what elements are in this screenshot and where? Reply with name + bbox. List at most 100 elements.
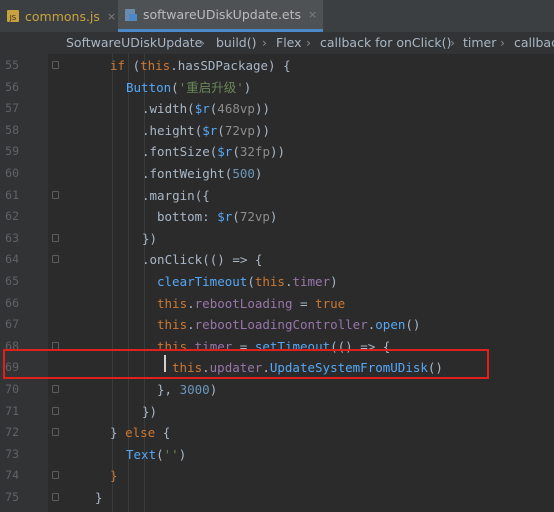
code-line[interactable]: 56 Button('重启升级') <box>0 77 554 99</box>
tab-label: softwareUDiskUpdate.ets <box>143 7 302 22</box>
code-line[interactable]: 65 clearTimeout(this.timer) <box>0 271 554 293</box>
code-token: 72vp <box>239 209 270 225</box>
line-number: 56 <box>5 79 19 94</box>
code-token: width <box>149 101 188 117</box>
code-token: rebootLoadingController <box>194 317 368 333</box>
code-token: . <box>187 295 195 311</box>
code-text: }) <box>142 401 157 423</box>
line-number: 64 <box>5 252 19 267</box>
code-text: }, 3000) <box>157 379 217 401</box>
code-token: fontWeight <box>149 166 225 181</box>
code-line[interactable]: 64 .onClick(() => { <box>0 249 554 271</box>
code-token: () <box>405 317 421 333</box>
code-line[interactable]: 59 .fontSize($r(32fp)) <box>0 141 554 163</box>
line-number: 65 <box>5 274 19 288</box>
fold-icon[interactable] <box>52 428 59 437</box>
chevron-right-icon: › <box>262 35 267 50</box>
line-number: 58 <box>5 122 19 137</box>
editor-tab-bar: JS commons.js × softwareUDiskUpdate.ets … <box>0 0 554 33</box>
breadcrumb-item[interactable]: Flex <box>276 35 302 50</box>
code-line[interactable]: 60 .fontWeight(500) <box>0 163 554 185</box>
text-cursor <box>164 355 166 372</box>
fold-icon[interactable] <box>52 493 59 501</box>
code-line[interactable]: 74} <box>0 465 554 487</box>
code-token: 3000 <box>179 382 210 397</box>
code-line[interactable]: 61 .margin({ <box>0 185 554 207</box>
code-token: '' <box>163 446 179 462</box>
code-token: . <box>187 317 195 333</box>
line-number: 72 <box>5 425 19 440</box>
code-token: )) <box>254 101 270 117</box>
code-token: }) <box>142 230 158 246</box>
code-token: Text <box>126 446 157 462</box>
code-token: this <box>157 295 188 311</box>
ets-file-icon <box>124 8 138 22</box>
code-token: . <box>142 187 150 203</box>
code-token: )) <box>254 122 270 138</box>
code-token: bottom: <box>157 209 218 225</box>
code-text: Button('重启升级') <box>126 77 251 99</box>
code-line[interactable]: 55 if (this.hasSDPackage) { <box>0 55 554 77</box>
js-file-icon: JS <box>6 9 20 23</box>
code-token: ( <box>232 144 240 160</box>
breadcrumb-item[interactable]: SoftwareUDiskUpdate <box>66 35 202 50</box>
code-token: ( <box>247 274 255 289</box>
code-text: clearTimeout(this.timer) <box>157 271 338 293</box>
breadcrumb-item[interactable]: build() <box>216 35 257 50</box>
code-token: Button <box>126 79 172 95</box>
line-number: 61 <box>5 187 19 202</box>
code-token: 468vp <box>217 101 255 117</box>
code-line[interactable]: 70 }, 3000) <box>0 379 554 401</box>
code-token: ( <box>217 122 225 138</box>
highlight-annotation-box <box>3 349 489 379</box>
chevron-right-icon: › <box>450 35 455 50</box>
breadcrumb: SoftwareUDiskUpdate › build() › Flex › c… <box>0 32 554 55</box>
line-number: 67 <box>5 317 19 332</box>
line-number: 71 <box>5 403 19 418</box>
code-token: else <box>125 425 156 441</box>
line-number: 70 <box>5 382 19 396</box>
code-text: this.rebootLoadingController.open() <box>157 314 420 336</box>
breadcrumb-item[interactable]: callbac <box>514 35 554 50</box>
close-icon[interactable]: × <box>308 8 317 21</box>
code-line[interactable]: 62 bottom: $r(72vp) <box>0 206 554 228</box>
line-number: 59 <box>5 144 19 159</box>
tab-software-udisk-update[interactable]: softwareUDiskUpdate.ets × <box>118 0 324 32</box>
fold-icon[interactable] <box>52 61 59 69</box>
line-number: 63 <box>5 230 19 245</box>
code-text: .width($r(468vp)) <box>142 98 270 120</box>
code-line[interactable]: 67 this.rebootLoadingController.open() <box>0 314 554 336</box>
fold-icon[interactable] <box>52 385 59 393</box>
breadcrumb-item[interactable]: timer <box>463 35 496 50</box>
code-line[interactable]: 63}) <box>0 228 554 250</box>
fold-icon[interactable] <box>52 233 59 242</box>
fold-icon[interactable] <box>52 255 59 264</box>
fold-icon[interactable] <box>52 471 59 480</box>
code-token: { <box>155 425 171 441</box>
code-token: = <box>292 295 316 311</box>
fold-icon[interactable] <box>52 406 59 415</box>
code-token: '重启升级' <box>178 79 244 95</box>
line-number: 73 <box>5 446 19 461</box>
code-line[interactable]: 57 .width($r(468vp)) <box>0 98 554 120</box>
code-token: . <box>142 144 150 160</box>
code-line[interactable]: 71}) <box>0 401 554 423</box>
fold-icon[interactable] <box>52 190 59 199</box>
code-token: ( <box>187 101 195 117</box>
code-text: .fontSize($r(32fp)) <box>142 141 285 163</box>
code-token: $r <box>217 209 233 225</box>
code-line[interactable]: 75} <box>0 487 554 509</box>
line-number: 75 <box>5 490 19 504</box>
code-token: this <box>157 317 188 333</box>
code-line[interactable]: 66 this.rebootLoading = true <box>0 293 554 315</box>
code-line[interactable]: 73 Text('') <box>0 444 554 466</box>
tab-commons-js[interactable]: JS commons.js × <box>6 0 116 32</box>
code-line[interactable]: 72} else { <box>0 422 554 444</box>
breadcrumb-item[interactable]: callback for onClick() <box>320 35 451 50</box>
code-line[interactable]: 58 .height($r(72vp)) <box>0 120 554 142</box>
close-icon[interactable]: × <box>107 10 116 23</box>
code-text: } <box>95 487 103 509</box>
code-token: ) <box>254 166 263 181</box>
code-token: ) <box>178 446 187 462</box>
code-token: 32fp <box>239 144 270 160</box>
